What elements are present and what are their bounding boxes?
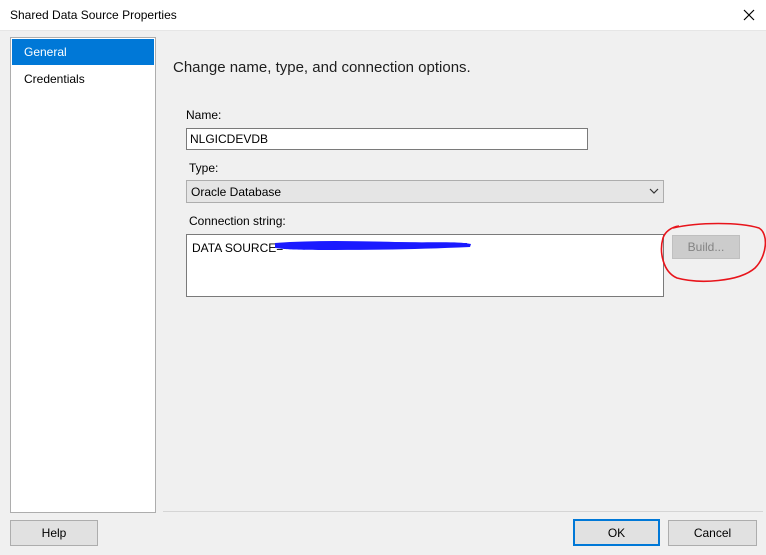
cancel-button[interactable]: Cancel xyxy=(668,520,757,546)
type-label: Type: xyxy=(189,161,219,175)
type-select[interactable]: Oracle Database xyxy=(186,180,664,203)
close-icon[interactable] xyxy=(732,0,766,30)
connection-string-input[interactable]: DATA SOURCE= xyxy=(186,234,664,297)
general-panel: Change name, type, and connection option… xyxy=(163,37,766,511)
connection-string-text: DATA SOURCE= xyxy=(192,241,284,255)
footer-separator xyxy=(163,511,763,512)
title-bar: Shared Data Source Properties xyxy=(0,0,766,31)
help-button[interactable]: Help xyxy=(10,520,98,546)
nav-item-credentials[interactable]: Credentials xyxy=(12,66,154,92)
annotation-circle xyxy=(660,222,766,282)
chevron-down-icon xyxy=(649,188,659,194)
redaction-scribble xyxy=(275,241,471,250)
type-select-value: Oracle Database xyxy=(191,185,282,199)
name-label: Name: xyxy=(186,108,222,122)
nav-item-general[interactable]: General xyxy=(12,39,154,65)
connection-string-label: Connection string: xyxy=(189,214,286,228)
ok-button[interactable]: OK xyxy=(573,519,660,546)
window-title: Shared Data Source Properties xyxy=(10,8,177,22)
page-navigation: General Credentials xyxy=(10,37,156,513)
page-heading: Change name, type, and connection option… xyxy=(173,59,471,76)
name-input[interactable] xyxy=(186,128,588,150)
